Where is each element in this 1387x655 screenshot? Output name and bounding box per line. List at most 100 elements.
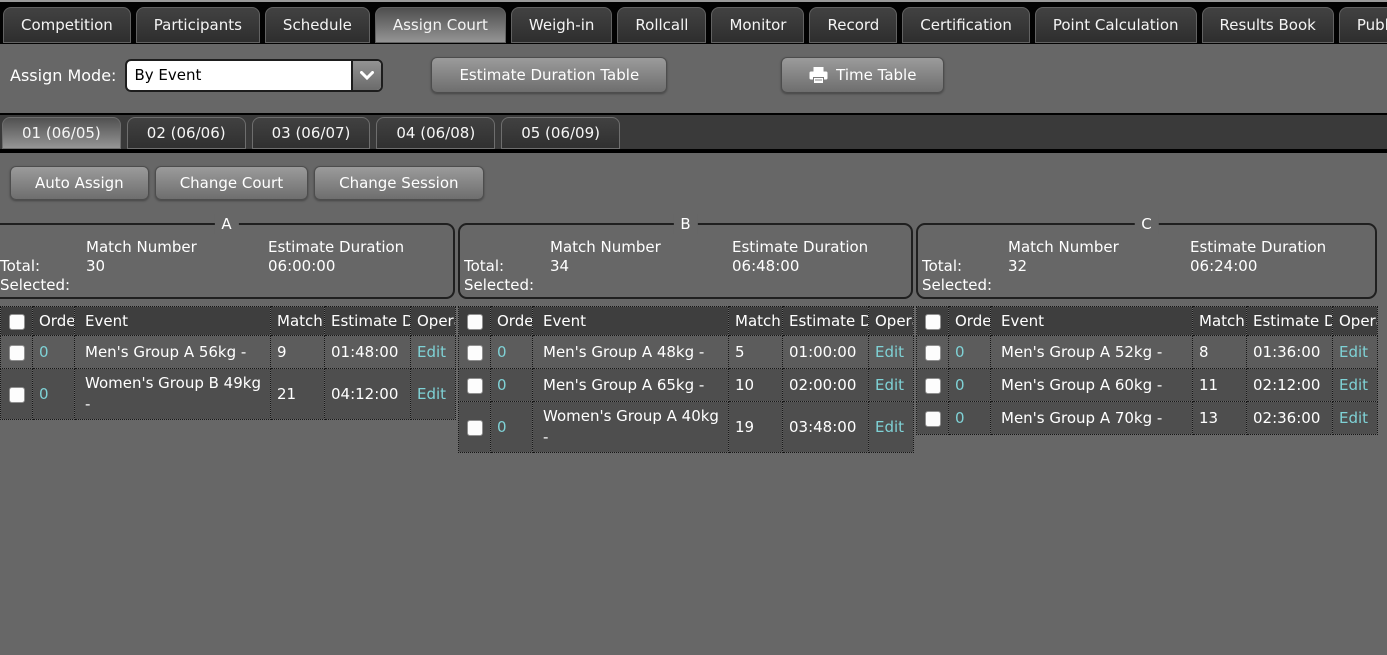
select-all-checkbox[interactable] <box>467 314 483 330</box>
summary-row-labels: Total: Selected: <box>464 238 550 295</box>
court-a-summary: A Total: Selected: Match Number 30 Estim… <box>0 223 455 299</box>
total-label: Total: <box>922 257 1008 276</box>
court-name: A <box>214 214 238 234</box>
estimate-duration-table-button[interactable]: Estimate Duration Table <box>431 57 667 93</box>
event-cell: Men's Group A 70kg - <box>991 402 1193 435</box>
match-cell: 8 <box>1193 336 1247 369</box>
time-table-label: Time Table <box>836 66 916 84</box>
tab-participants[interactable]: Participants <box>136 7 260 43</box>
tab-results-book[interactable]: Results Book <box>1202 7 1334 43</box>
court-panel-c: C Total: Selected: Match Number 32 Estim… <box>916 223 1377 453</box>
match-cell: 13 <box>1193 402 1247 435</box>
tab-schedule[interactable]: Schedule <box>265 7 370 43</box>
estimate-cell: 01:36:00 <box>1247 336 1333 369</box>
toolbar: Assign Mode: By Event Estimate Duration … <box>10 57 1387 93</box>
summary-row-labels: Total: Selected: <box>922 238 1008 295</box>
court-b-summary: B Total: Selected: Match Number 34 Estim… <box>458 223 913 299</box>
auto-assign-button[interactable]: Auto Assign <box>10 166 149 200</box>
table-row: 0 Women's Group A 40kg - 19 03:48:00 Edi… <box>459 402 914 453</box>
estimate-duration-label: Estimate Duration <box>732 238 911 257</box>
select-all-checkbox[interactable] <box>925 314 941 330</box>
row-checkbox[interactable] <box>467 345 483 361</box>
row-checkbox[interactable] <box>925 378 941 394</box>
row-checkbox[interactable] <box>925 411 941 427</box>
tab-competition[interactable]: Competition <box>3 7 131 43</box>
table-header-row: Order Event Match Number Estimate Durati… <box>459 307 914 336</box>
estimate-column-header: Estimate Duration <box>783 307 869 336</box>
oper-column-header: Operation <box>1333 307 1378 336</box>
match-cell: 19 <box>729 402 783 453</box>
date-tab-05[interactable]: 05 (06/09) <box>501 117 620 149</box>
estimate-duration-label: Estimate Duration <box>268 238 453 257</box>
match-column-header: Match Number <box>1193 307 1247 336</box>
event-cell: Women's Group A 40kg - <box>533 402 729 453</box>
date-tab-02[interactable]: 02 (06/06) <box>127 117 246 149</box>
estimate-duration-total: 06:00:00 <box>268 257 453 276</box>
edit-link[interactable]: Edit <box>1339 376 1368 394</box>
actions-row: Auto Assign Change Court Change Session <box>10 166 1387 200</box>
change-session-button[interactable]: Change Session <box>314 166 483 200</box>
match-number-summary: Match Number 30 <box>86 238 268 295</box>
edit-link[interactable]: Edit <box>1339 343 1368 361</box>
oper-column-header: Operation <box>411 307 456 336</box>
row-checkbox[interactable] <box>925 345 941 361</box>
summary-row-labels: Total: Selected: <box>0 238 86 295</box>
estimate-cell: 04:12:00 <box>325 369 411 420</box>
select-all-checkbox[interactable] <box>9 314 25 330</box>
selected-label: Selected: <box>0 276 86 295</box>
order-cell: 0 <box>949 369 991 402</box>
tab-certification[interactable]: Certification <box>902 7 1030 43</box>
row-checkbox[interactable] <box>467 378 483 394</box>
court-b-table: Order Event Match Number Estimate Durati… <box>458 306 914 453</box>
assign-mode-select[interactable]: By Event <box>125 59 383 92</box>
court-name: B <box>673 214 697 234</box>
tab-assign-court[interactable]: Assign Court <box>375 7 506 43</box>
date-tab-01[interactable]: 01 (06/05) <box>2 117 121 149</box>
oper-column-header: Operation <box>869 307 914 336</box>
date-tab-04[interactable]: 04 (06/08) <box>376 117 495 149</box>
edit-link[interactable]: Edit <box>875 376 904 394</box>
estimate-duration-summary: Estimate Duration 06:48:00 <box>732 238 911 295</box>
time-table-button[interactable]: Time Table <box>781 57 944 93</box>
court-name: C <box>1134 214 1158 234</box>
main-tab-bar: Competition Participants Schedule Assign… <box>0 0 1387 44</box>
estimate-duration-summary: Estimate Duration 06:24:00 <box>1190 238 1375 295</box>
tab-rollcall[interactable]: Rollcall <box>617 7 706 43</box>
assign-mode-value: By Event <box>127 66 201 84</box>
chevron-down-icon[interactable] <box>351 61 381 90</box>
table-row: 0 Men's Group A 56kg - 9 01:48:00 Edit <box>1 336 456 369</box>
courts-container: A Total: Selected: Match Number 30 Estim… <box>0 223 1387 453</box>
order-column-header: Order <box>33 307 75 336</box>
date-tab-03[interactable]: 03 (06/07) <box>252 117 371 149</box>
edit-link[interactable]: Edit <box>417 385 446 403</box>
edit-link[interactable]: Edit <box>875 343 904 361</box>
edit-link[interactable]: Edit <box>417 343 446 361</box>
tab-monitor[interactable]: Monitor <box>711 7 804 43</box>
row-checkbox[interactable] <box>9 345 25 361</box>
tab-record[interactable]: Record <box>809 7 897 43</box>
order-cell: 0 <box>949 402 991 435</box>
match-cell: 11 <box>1193 369 1247 402</box>
tab-weigh-in[interactable]: Weigh-in <box>511 7 612 43</box>
tab-publication[interactable]: Publication <box>1339 7 1387 43</box>
row-checkbox[interactable] <box>9 387 25 403</box>
estimate-duration-label: Estimate Duration <box>1190 238 1375 257</box>
row-checkbox[interactable] <box>467 420 483 436</box>
match-number-label: Match Number <box>550 238 732 257</box>
table-header-row: Order Event Match Number Estimate Durati… <box>1 307 456 336</box>
total-label: Total: <box>0 257 86 276</box>
edit-link[interactable]: Edit <box>1339 409 1368 427</box>
court-panel-a: A Total: Selected: Match Number 30 Estim… <box>0 223 455 453</box>
table-row: 0 Women's Group B 49kg - 21 04:12:00 Edi… <box>1 369 456 420</box>
table-row: 0 Men's Group A 60kg - 11 02:12:00 Edit <box>917 369 1378 402</box>
match-column-header: Match Number <box>729 307 783 336</box>
estimate-cell: 01:48:00 <box>325 336 411 369</box>
change-court-button[interactable]: Change Court <box>155 166 308 200</box>
tab-point-calculation[interactable]: Point Calculation <box>1035 7 1197 43</box>
event-cell: Women's Group B 49kg - <box>75 369 271 420</box>
edit-link[interactable]: Edit <box>875 418 904 436</box>
match-column-header: Match Number <box>271 307 325 336</box>
match-number-total: 34 <box>550 257 732 276</box>
match-number-total: 30 <box>86 257 268 276</box>
total-label: Total: <box>464 257 550 276</box>
